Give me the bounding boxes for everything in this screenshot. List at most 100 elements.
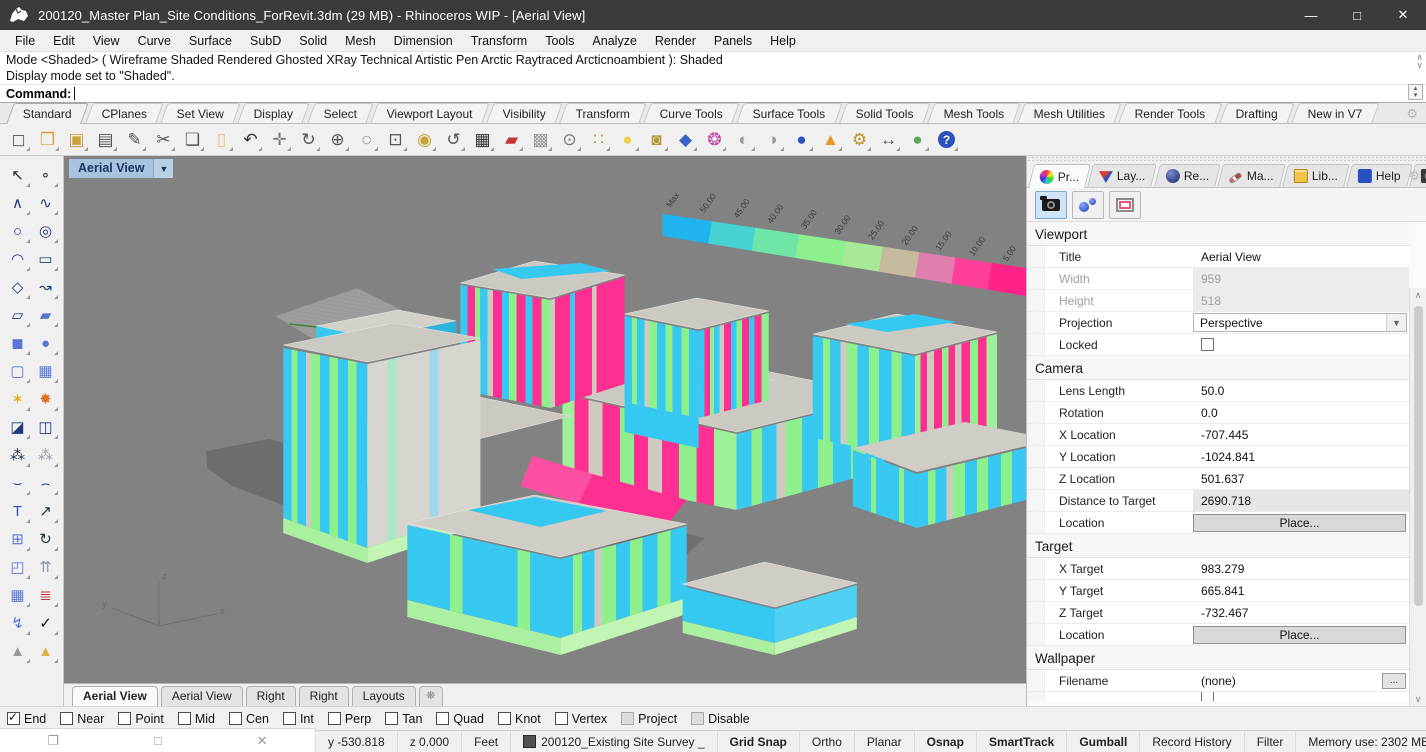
toolbar-tab[interactable]: Viewport Layout: [370, 103, 489, 123]
polyline-icon[interactable]: ∧: [4, 189, 32, 217]
status-segment[interactable]: Record History: [1140, 731, 1244, 752]
osnap-toggle[interactable]: End: [7, 712, 46, 726]
checkbox-icon[interactable]: [60, 712, 73, 725]
color-wheel-icon[interactable]: ❂: [702, 127, 727, 152]
checkbox-icon[interactable]: [229, 712, 242, 725]
helix-icon[interactable]: ↝: [32, 273, 60, 301]
sphere-xray-icon[interactable]: ◑: [760, 127, 785, 152]
trim-icon[interactable]: ◪: [4, 413, 32, 441]
panel-gear-icon[interactable]: ⚙: [1408, 168, 1420, 184]
mesh-box-icon[interactable]: ▦: [32, 357, 60, 385]
panel-tab[interactable]: Re...: [1154, 164, 1221, 187]
fillet-icon[interactable]: ⁂: [4, 441, 32, 469]
zoom-window-icon[interactable]: ◌: [354, 127, 379, 152]
sphere-render-icon[interactable]: ●: [789, 127, 814, 152]
undo-view-icon[interactable]: ↺: [441, 127, 466, 152]
toolbar-tab[interactable]: Transform: [559, 103, 647, 123]
show-wallpaper-checkbox[interactable]: [1201, 692, 1214, 701]
menu-item[interactable]: Dimension: [385, 30, 462, 52]
toolbar-tab[interactable]: Set View: [160, 103, 240, 123]
prop-value-x-location[interactable]: -707.445: [1193, 424, 1409, 445]
menu-item[interactable]: Edit: [44, 30, 84, 52]
minimize-button[interactable]: —: [1288, 0, 1334, 30]
print-icon[interactable]: ▤: [93, 127, 118, 152]
checkbox-icon[interactable]: [328, 712, 341, 725]
prop-value-lens[interactable]: 50.0: [1193, 380, 1409, 401]
menu-item[interactable]: Tools: [536, 30, 583, 52]
open-file-icon[interactable]: ❒: [35, 127, 60, 152]
panel-scrollbar[interactable]: ∧ ∨: [1409, 288, 1426, 706]
surface-loft-icon[interactable]: ▰: [32, 301, 60, 329]
move-icon[interactable]: ↗: [32, 497, 60, 525]
sphere-ghost-icon[interactable]: ◐: [731, 127, 756, 152]
scroll-up-icon[interactable]: ∧: [1415, 288, 1422, 302]
checkbox-icon[interactable]: [555, 712, 568, 725]
pyramid-icon[interactable]: ▲: [32, 637, 60, 665]
maximize-icon[interactable]: □: [154, 733, 162, 748]
circle-icon[interactable]: ○: [4, 217, 32, 245]
status-segment[interactable]: Osnap: [915, 731, 977, 752]
viewport-title-menu[interactable]: Aerial View ▼: [69, 159, 173, 178]
maximize-button[interactable]: □: [1334, 0, 1380, 30]
status-segment[interactable]: Grid Snap: [718, 731, 800, 752]
viewport-properties-button[interactable]: [1035, 191, 1067, 219]
checkbox-icon[interactable]: [7, 712, 20, 725]
osnap-toggle[interactable]: Perp: [328, 712, 371, 726]
select-arrow-icon[interactable]: ↖: [4, 161, 32, 189]
split-icon[interactable]: ◫: [32, 413, 60, 441]
checkbox-icon[interactable]: [118, 712, 131, 725]
box-icon[interactable]: ◼: [4, 329, 32, 357]
panel-tab[interactable]: Pr...: [1028, 164, 1091, 188]
viewport-canvas[interactable]: Max50.0045.0040.0035.0030.0025.0020.0015…: [64, 156, 1026, 683]
cone-icon[interactable]: ▲: [818, 127, 843, 152]
paste-icon[interactable]: ▯: [209, 127, 234, 152]
cut-icon[interactable]: ✂: [151, 127, 176, 152]
close-icon[interactable]: ✕: [257, 733, 268, 749]
command-area[interactable]: Mode <Shaded> ( Wireframe Shaded Rendere…: [0, 52, 1426, 103]
osnap-toggle[interactable]: Vertex: [555, 712, 607, 726]
ellipse-icon[interactable]: ◎: [32, 217, 60, 245]
cylinder-icon[interactable]: ▢: [4, 357, 32, 385]
viewport-tab[interactable]: Layouts: [352, 686, 416, 706]
status-segment[interactable]: z 0.000: [398, 731, 462, 752]
menu-item[interactable]: Transform: [462, 30, 537, 52]
menu-item[interactable]: Help: [761, 30, 805, 52]
panel-tab[interactable]: Help: [1346, 164, 1412, 187]
restore-icon[interactable]: ❐: [47, 733, 59, 749]
toolbar-tab[interactable]: Drafting: [1219, 103, 1294, 123]
status-segment[interactable]: Ortho: [800, 731, 855, 752]
save-icon[interactable]: ▣: [64, 127, 89, 152]
status-segment[interactable]: Gumball: [1067, 731, 1140, 752]
cplane-icon[interactable]: ▩: [528, 127, 553, 152]
menu-item[interactable]: Mesh: [336, 30, 385, 52]
target-place-button[interactable]: Place...: [1193, 626, 1406, 644]
twist-icon[interactable]: ↯: [4, 609, 32, 637]
toolbar-tab[interactable]: Curve Tools: [643, 103, 739, 123]
camera-widget-button[interactable]: [1072, 191, 1104, 219]
copy-icon[interactable]: ❏: [180, 127, 205, 152]
osnap-toggle[interactable]: Cen: [229, 712, 269, 726]
viewport-tab[interactable]: Aerial View: [161, 686, 243, 706]
toolbar-tab[interactable]: Display: [238, 103, 311, 123]
viewport-tab[interactable]: Aerial View: [72, 686, 158, 706]
options-gear-icon[interactable]: ⚙: [847, 127, 872, 152]
copy-tool-icon[interactable]: ⊞: [4, 525, 32, 553]
chevron-down-icon[interactable]: ▼: [153, 159, 173, 178]
scroll-down-icon[interactable]: ∨: [1415, 692, 1422, 706]
prop-value-z-target[interactable]: -732.467: [1193, 602, 1409, 623]
extrude-straight-icon[interactable]: ⇈: [32, 553, 60, 581]
display-mode-icon[interactable]: ◆: [673, 127, 698, 152]
toolbar-tab[interactable]: Mesh Utilities: [1017, 103, 1122, 123]
panel-tab[interactable]: Ma...: [1217, 164, 1285, 187]
prop-value-z-location[interactable]: 501.637: [1193, 468, 1409, 489]
check-icon[interactable]: ✓: [32, 609, 60, 637]
menu-item[interactable]: Analyze: [583, 30, 645, 52]
prop-value-y-location[interactable]: -1024.841: [1193, 446, 1409, 467]
status-segment[interactable]: Memory use: 2302 MB: [1296, 731, 1426, 752]
checkbox-icon[interactable]: [385, 712, 398, 725]
floating-window-controls[interactable]: ❐ □ ✕: [0, 728, 316, 752]
status-segment[interactable]: y -530.818: [316, 731, 398, 752]
osnap-toggle[interactable]: Near: [60, 712, 104, 726]
osnap-toggle[interactable]: Knot: [498, 712, 541, 726]
checkbox-icon[interactable]: [436, 712, 449, 725]
